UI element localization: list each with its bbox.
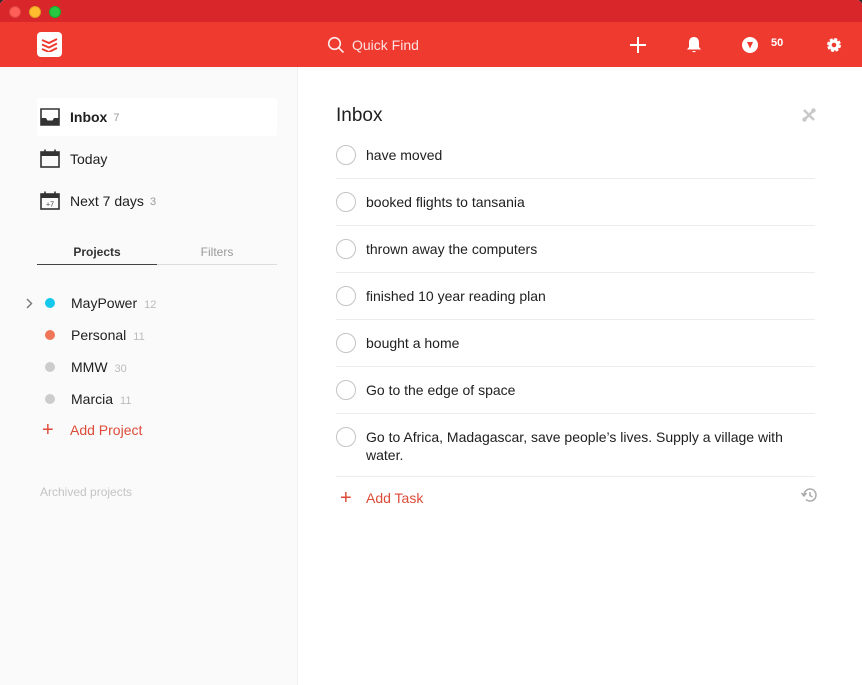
task-item[interactable]: bought a home	[336, 333, 815, 367]
calendar-week-icon: +7	[39, 190, 61, 212]
chevron-right-icon[interactable]	[20, 298, 37, 309]
top-bar: Quick Find 50	[0, 22, 862, 67]
plus-icon	[630, 37, 646, 53]
task-item[interactable]: booked flights to tansania	[336, 192, 815, 226]
quick-find-placeholder: Quick Find	[352, 36, 419, 53]
task-content: have moved	[366, 147, 443, 163]
sidebar-tabs: Projects Filters	[37, 243, 277, 265]
page-title: Inbox	[336, 105, 383, 126]
project-count: 11	[120, 394, 132, 407]
project-count: 12	[144, 298, 157, 311]
nav-inbox-count: 7	[113, 112, 120, 124]
add-project-label: Add Project	[70, 422, 143, 438]
add-project-button[interactable]: + Add Project	[42, 419, 143, 441]
calendar-icon	[39, 148, 61, 170]
karma-count: 50	[771, 37, 784, 49]
task-content: Go to the edge of space	[366, 382, 516, 398]
gear-icon	[827, 38, 841, 52]
svg-text:+7: +7	[46, 202, 54, 209]
nav-today-label: Today	[70, 151, 108, 167]
task-checkbox[interactable]	[336, 286, 356, 306]
task-content: booked flights to tansania	[366, 194, 525, 210]
project-label: MayPower	[71, 295, 138, 311]
task-item[interactable]: Go to Africa, Madagascar, save people’s …	[336, 427, 815, 477]
task-item[interactable]: have moved	[336, 145, 815, 179]
project-count: 30	[114, 362, 127, 375]
project-item-marcia[interactable]: Marcia 11	[20, 386, 280, 412]
karma-button[interactable]	[737, 32, 763, 58]
add-task-button[interactable]: + Add Task	[340, 487, 424, 509]
tab-projects[interactable]: Projects	[37, 243, 157, 265]
project-label: MMW	[71, 359, 108, 375]
nav-next-7-days-count: 3	[149, 196, 157, 208]
task-checkbox[interactable]	[336, 427, 356, 447]
nav-inbox[interactable]: Inbox 7	[37, 98, 277, 136]
task-item[interactable]: finished 10 year reading plan	[336, 286, 815, 320]
app-window: Quick Find 50 Inbox 7 Today +7 Next 7 da…	[0, 0, 862, 685]
project-label: Personal	[71, 327, 127, 343]
view-options-icon[interactable]	[801, 107, 817, 128]
project-color-dot	[45, 330, 55, 340]
task-checkbox[interactable]	[336, 145, 356, 165]
add-task-label: Add Task	[366, 490, 424, 506]
task-item[interactable]: thrown away the computers	[336, 239, 815, 273]
notifications-button[interactable]	[681, 32, 707, 58]
task-item[interactable]: Go to the edge of space	[336, 380, 815, 414]
close-window-button[interactable]	[9, 6, 21, 18]
project-color-dot	[45, 362, 55, 372]
nav-today[interactable]: Today	[37, 140, 277, 178]
minimize-window-button[interactable]	[29, 6, 41, 18]
nav-next-7-days-label: Next 7 days	[70, 193, 144, 209]
task-content: thrown away the computers	[366, 241, 538, 257]
nav-next-7-days[interactable]: +7 Next 7 days 3	[37, 182, 277, 220]
bell-icon	[687, 37, 701, 53]
plus-icon: +	[340, 487, 352, 509]
todoist-logo-icon[interactable]	[37, 32, 62, 57]
nav-inbox-label: Inbox	[70, 109, 108, 125]
project-label: Marcia	[71, 391, 114, 407]
history-icon[interactable]	[800, 487, 818, 508]
project-color-dot	[45, 394, 55, 404]
quick-find-search[interactable]: Quick Find	[323, 31, 543, 58]
karma-icon	[742, 37, 758, 53]
project-item-mmw[interactable]: MMW 30	[20, 354, 280, 380]
sidebar: Inbox 7 Today +7 Next 7 days 3 Projects …	[0, 67, 298, 685]
inbox-icon	[39, 106, 61, 128]
task-checkbox[interactable]	[336, 380, 356, 400]
settings-button[interactable]	[821, 32, 847, 58]
task-checkbox[interactable]	[336, 333, 356, 353]
zoom-window-button[interactable]	[49, 6, 61, 18]
add-task-button[interactable]	[625, 32, 651, 58]
task-checkbox[interactable]	[336, 239, 356, 259]
plus-icon: +	[42, 419, 54, 441]
project-color-dot	[45, 298, 55, 308]
main-content: Inbox have moved booked flights to tansa…	[298, 67, 862, 685]
archived-projects-link[interactable]: Archived projects	[40, 485, 132, 499]
search-icon	[327, 36, 345, 53]
project-count: 11	[133, 330, 145, 343]
tab-filters[interactable]: Filters	[157, 243, 277, 264]
project-item-personal[interactable]: Personal 11	[20, 322, 280, 348]
project-item-maypower[interactable]: MayPower 12	[20, 290, 280, 316]
task-content: finished 10 year reading plan	[366, 288, 546, 304]
task-content: Go to Africa, Madagascar, save people’s …	[366, 429, 783, 463]
title-bar	[0, 0, 862, 22]
task-content: bought a home	[366, 335, 460, 351]
task-checkbox[interactable]	[336, 192, 356, 212]
